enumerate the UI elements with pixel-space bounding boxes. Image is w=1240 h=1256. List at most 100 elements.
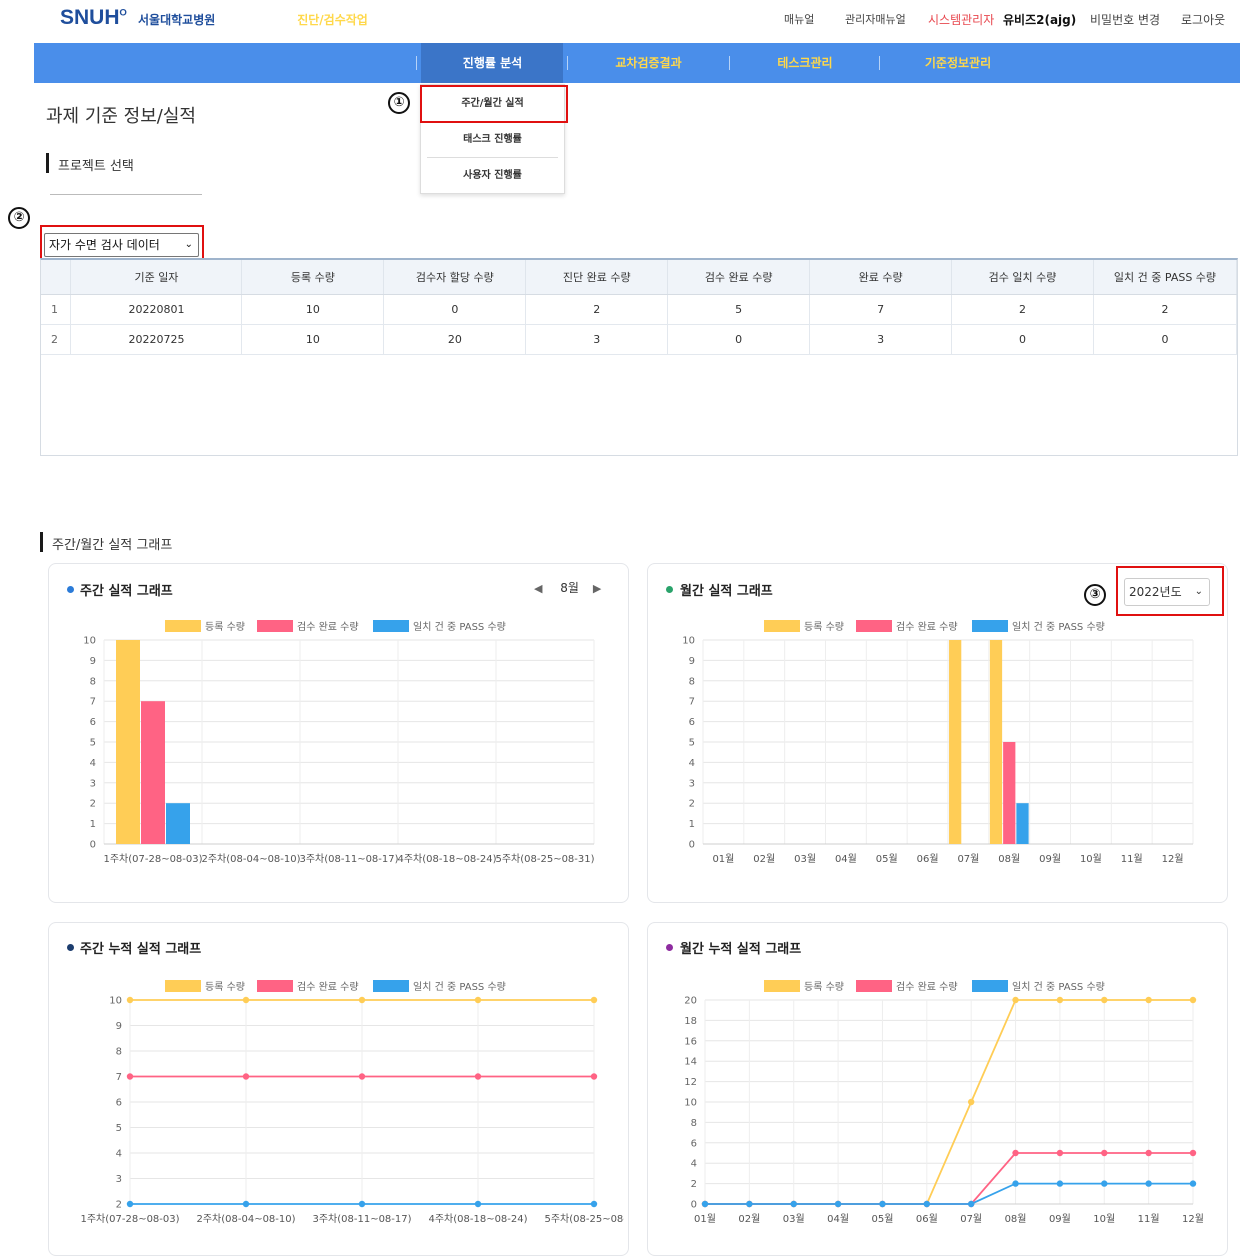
nav-item-progress[interactable]: 진행률 분석 (440, 43, 545, 83)
user-role: 시스템관리자 (928, 13, 995, 27)
x-tick-label: 11월 (1121, 853, 1143, 865)
dropdown-item-task-progress[interactable]: 태스크 진행률 (421, 122, 564, 158)
x-tick-label: 07월 (957, 853, 979, 865)
monthly-bar-chart: 등록 수량 검수 완료 수량 일치 건 중 PASS 수량 0 1 2 3 4 5 6 7 8 9 10 0… (682, 620, 1194, 865)
col-header-completed[interactable]: 완료 수량 (809, 260, 953, 295)
legend-swatch (856, 980, 892, 992)
x-tick-label: 05월 (876, 853, 898, 865)
y-tick-label: 6 (90, 717, 96, 728)
legend-swatch (764, 980, 800, 992)
y-tick-label: 2 (689, 799, 695, 810)
x-tick-label: 4주차(08-18~08-24) (428, 1213, 527, 1225)
col-header-rownum[interactable] (41, 260, 72, 295)
data-point (834, 1200, 842, 1208)
chevron-down-icon: ⌄ (184, 239, 193, 250)
manual-link[interactable]: 매뉴얼 (784, 11, 814, 27)
x-tick-label: 07월 (960, 1213, 982, 1225)
col-header-date[interactable]: 기준 일자 (70, 260, 243, 295)
col-header-review-done[interactable]: 검수 완료 수량 (667, 260, 811, 295)
prev-month-icon[interactable]: ◀ (534, 582, 542, 595)
bar (1003, 742, 1016, 844)
data-point (242, 1073, 250, 1080)
y-tick-label: 7 (90, 697, 96, 708)
user-name: 유비즈2(ajg) (1003, 13, 1077, 27)
bar (166, 803, 190, 844)
y-tick-label: 6 (116, 1098, 122, 1109)
project-select[interactable]: 자가 수면 검사 데이터 ⌄ (44, 233, 199, 257)
data-point (923, 1200, 931, 1208)
series-line (705, 1182, 1193, 1205)
nav-item-diagnosis[interactable]: 진단/검수작업 (280, 0, 385, 40)
x-tick-label: 06월 (917, 853, 939, 865)
data-point (1101, 1180, 1108, 1187)
col-header-registered[interactable]: 등록 수량 (241, 260, 385, 295)
nav-item-task-management[interactable]: 테스크관리 (755, 43, 855, 83)
next-month-icon[interactable]: ▶ (593, 582, 601, 595)
legend-swatch (165, 980, 201, 992)
col-header-review-match[interactable]: 검수 일치 수량 (951, 260, 1094, 295)
project-select-value: 자가 수면 검사 데이터 (49, 238, 160, 252)
logout-link[interactable]: 로그아웃 (1181, 11, 1225, 28)
x-tick-label: 01월 (712, 853, 734, 865)
graph-section-label: 주간/월간 실적 그래프 (52, 538, 173, 553)
y-tick-label: 12 (684, 1077, 697, 1088)
data-point (1145, 996, 1152, 1004)
table-cell: 1 (41, 294, 72, 325)
table-cell: 0 (1093, 324, 1238, 355)
chevron-down-icon: ⌄ (1194, 586, 1203, 597)
data-point (879, 1200, 886, 1208)
nav-item-cross-validation[interactable]: 교차검증결과 (596, 43, 701, 83)
x-tick-label: 09월 (1049, 1213, 1071, 1225)
col-header-assigned[interactable]: 검수자 할당 수량 (383, 260, 527, 295)
logo[interactable]: SNUHᴼ (60, 6, 127, 30)
bullet-icon (67, 586, 74, 593)
legend-swatch (373, 980, 409, 992)
legend-label: 등록 수량 (804, 621, 844, 633)
data-point (242, 1200, 250, 1208)
table-cell: 5 (667, 294, 811, 325)
data-point (474, 996, 482, 1004)
y-tick-label: 6 (691, 1138, 697, 1149)
legend-swatch (856, 620, 892, 632)
change-password-link[interactable]: 비밀번호 변경 (1090, 11, 1160, 28)
table-cell: 2 (1093, 294, 1238, 325)
series-line (705, 1152, 1193, 1205)
data-point (1056, 1180, 1064, 1187)
table-cell: 0 (383, 294, 527, 325)
x-tick-label: 11월 (1138, 1213, 1160, 1225)
page-title: 과제 기준 정보/실적 (46, 106, 196, 127)
y-tick-label: 4 (90, 758, 96, 769)
data-point (790, 1200, 797, 1208)
y-tick-label: 10 (83, 636, 96, 647)
y-tick-label: 3 (90, 778, 96, 789)
data-point (126, 1073, 134, 1080)
col-header-pass[interactable]: 일치 건 중 PASS 수량 (1093, 260, 1238, 295)
x-tick-label: 02월 (753, 853, 775, 865)
y-tick-label: 16 (684, 1036, 697, 1047)
legend-label: 등록 수량 (205, 981, 245, 993)
section-marker (46, 153, 49, 173)
legend-swatch (972, 620, 1008, 632)
y-tick-label: 7 (116, 1072, 122, 1083)
table-cell: 20 (383, 324, 527, 355)
data-point (967, 1098, 975, 1106)
y-tick-label: 0 (689, 840, 695, 851)
data-point (358, 1200, 366, 1208)
col-header-diagnosis-done[interactable]: 진단 완료 수량 (525, 260, 669, 295)
table-row[interactable]: 1 20220801 10 0 2 5 7 2 2 (41, 294, 1238, 325)
x-tick-label: 3주차(08-11~08-17) (312, 1213, 411, 1225)
year-select[interactable]: 2022년도 ⌄ (1124, 578, 1210, 606)
y-tick-label: 10 (684, 1098, 697, 1109)
data-point (746, 1200, 753, 1208)
annotation-number-2: ② (8, 207, 30, 229)
dropdown-item-user-progress[interactable]: 사용자 진행률 (421, 158, 564, 194)
data-point (1189, 996, 1197, 1004)
nav-item-reference-info[interactable]: 기준정보관리 (908, 43, 1008, 83)
x-tick-label: 10월 (1093, 1213, 1115, 1225)
y-tick-label: 1 (90, 819, 96, 830)
weekly-cum-line-chart: 등록 수량 검수 완료 수량 일치 건 중 PASS 수량 2 3 4 5 6 7 8 9 10 1주차… (80, 980, 624, 1225)
data-point (967, 1200, 975, 1208)
admin-manual-link[interactable]: 관리자매뉴얼 (845, 11, 906, 27)
year-select-value: 2022년도 (1129, 585, 1182, 599)
table-row[interactable]: 2 20220725 10 20 3 0 3 0 0 (41, 324, 1238, 355)
